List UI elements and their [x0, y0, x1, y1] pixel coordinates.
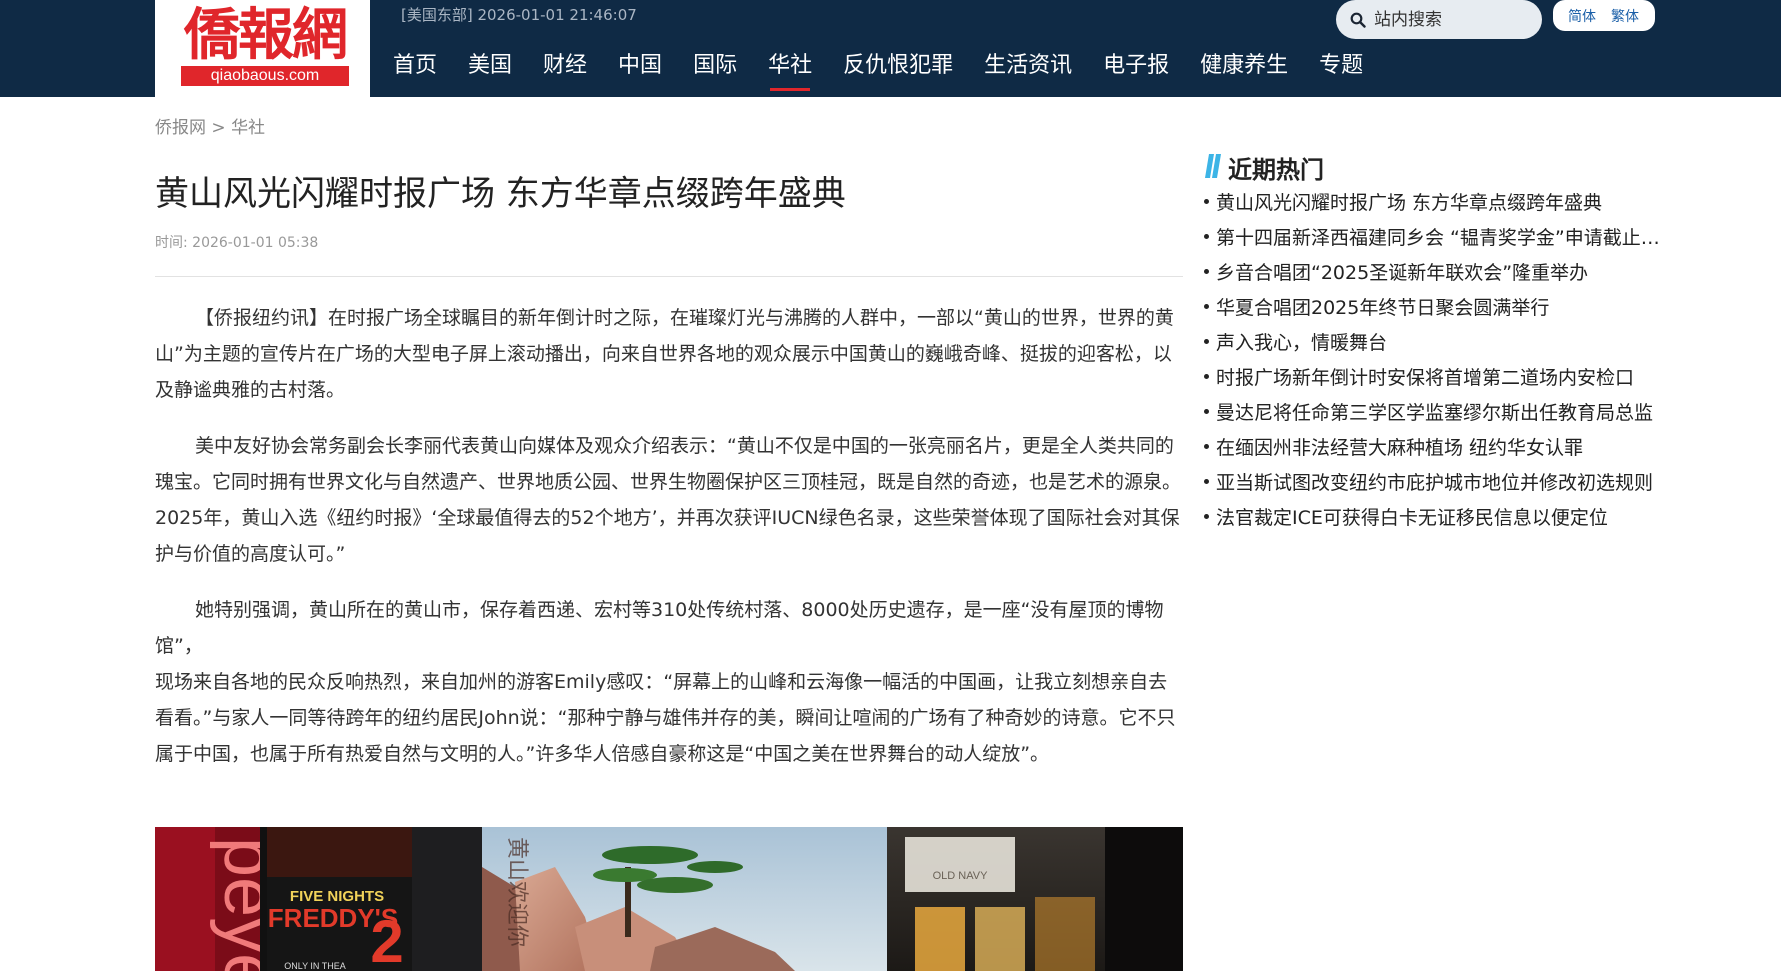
nav-item-2[interactable]: 财经	[530, 48, 600, 88]
hot-list-item[interactable]: 法官裁定ICE可获得白卡无证移民信息以便定位	[1204, 501, 1664, 536]
hot-list-item-title: 亚当斯试图改变纽约市庇护城市地位并修改初选规则	[1216, 472, 1654, 494]
photo-sign-calligraphy: 黄山欢迎你	[504, 837, 529, 947]
lang-traditional-button[interactable]: 繁体	[1611, 6, 1639, 26]
bullet-icon	[1204, 409, 1209, 414]
nav-item-7[interactable]: 生活资讯	[971, 48, 1085, 88]
hot-list-item[interactable]: 乡音合唱团“2025圣诞新年联欢会”隆重举办	[1204, 256, 1664, 291]
hot-list: 黄山风光闪耀时报广场 东方华章点缀跨年盛典第十四届新泽西福建同乡会 “韫青奖学金…	[1204, 186, 1664, 536]
breadcrumb-home-link[interactable]: 侨报网	[155, 118, 206, 138]
hot-list-item[interactable]: 声入我心，情暖舞台	[1204, 326, 1664, 361]
bullet-icon	[1204, 444, 1209, 449]
hot-list-item-title: 时报广场新年倒计时安保将首增第二道场内安检口	[1216, 367, 1635, 389]
bullet-icon	[1204, 199, 1209, 204]
hot-list-item[interactable]: 亚当斯试图改变纽约市庇护城市地位并修改初选规则	[1204, 466, 1664, 501]
hot-list-item[interactable]: 第十四届新泽西福建同乡会 “韫青奖学金”申请截止日期	[1204, 221, 1664, 256]
hot-list-item-title: 声入我心，情暖舞台	[1216, 332, 1388, 354]
search-input[interactable]	[1372, 6, 1536, 34]
site-logo[interactable]: 僑報網 qiaobaous.com	[155, 0, 370, 97]
article-title: 黄山风光闪耀时报广场 东方华章点缀跨年盛典	[155, 174, 846, 214]
breadcrumb-section-link[interactable]: 华社	[231, 118, 265, 138]
nav-item-5[interactable]: 华社	[755, 48, 825, 91]
logo-text: 僑報網	[184, 2, 348, 68]
times-square-photo: peye FIVE NIGHTS FREDDY'S 2 ONLY IN THEA…	[155, 827, 1183, 971]
article-time: 时间: 2026-01-01 05:38	[155, 235, 319, 251]
nav-item-10[interactable]: 专题	[1306, 48, 1376, 88]
nav-item-4[interactable]: 国际	[680, 48, 750, 88]
nav-item-6[interactable]: 反仇恨犯罪	[830, 48, 966, 88]
hot-heading-bars	[1205, 154, 1221, 178]
bullet-icon	[1204, 479, 1209, 484]
nav-item-1[interactable]: 美国	[455, 48, 525, 88]
photo-sign-movie-number: 2	[370, 908, 403, 971]
language-switch: 简体 繁体	[1553, 0, 1655, 31]
bullet-icon	[1204, 269, 1209, 274]
hot-list-item-title: 乡音合唱团“2025圣诞新年联欢会”隆重举办	[1216, 262, 1589, 284]
hot-list-item-title: 曼达尼将任命第三学区学监塞缪尔斯出任教育局总监	[1216, 402, 1654, 424]
breadcrumb: 侨报网 > 华社	[155, 113, 265, 138]
hot-list-item-title: 华夏合唱团2025年终节日聚会圆满举行	[1216, 297, 1550, 319]
hot-list-item[interactable]: 华夏合唱团2025年终节日聚会圆满举行	[1204, 291, 1664, 326]
search-box[interactable]	[1336, 0, 1542, 39]
hot-list-item[interactable]: 黄山风光闪耀时报广场 东方华章点缀跨年盛典	[1204, 186, 1664, 221]
article-paragraph-2: 美中友好协会常务副会长李丽代表黄山向媒体及观众介绍表示：“黄山不仅是中国的一张亮…	[155, 435, 1182, 565]
hot-list-item[interactable]: 在缅因州非法经营大麻种植场 纽约华女认罪	[1204, 431, 1664, 466]
bullet-icon	[1204, 514, 1209, 519]
article-body: 【侨报纽约讯】在时报广场全球瞩目的新年倒计时之际，在璀璨灯光与沸腾的人群中，一部…	[155, 300, 1183, 792]
bullet-icon	[1204, 234, 1209, 239]
search-icon[interactable]	[1350, 12, 1366, 28]
hot-list-item[interactable]: 曼达尼将任命第三学区学监塞缪尔斯出任教育局总监	[1204, 396, 1664, 431]
photo-sign-movie-bottom: ONLY IN THEA	[284, 961, 346, 971]
article-paragraph-3: 她特别强调，黄山所在的黄山市，保存着西递、宏村等310处传统村落、8000处历史…	[155, 599, 1164, 657]
hot-list-item-title: 法官裁定ICE可获得白卡无证移民信息以便定位	[1216, 507, 1608, 529]
logo-url: qiaobaous.com	[181, 66, 349, 86]
breadcrumb-separator: >	[211, 118, 226, 138]
main-nav: 首页 美国 财经 中国 国际 华社 反仇恨犯罪 生活资讯 电子报 健康养生 专题	[380, 48, 1381, 91]
nav-item-8[interactable]: 电子报	[1090, 48, 1182, 88]
hot-heading: 近期热门	[1228, 156, 1324, 184]
bullet-icon	[1204, 374, 1209, 379]
article-paragraph-1: 【侨报纽约讯】在时报广场全球瞩目的新年倒计时之际，在璀璨灯光与沸腾的人群中，一部…	[155, 307, 1174, 401]
nav-item-9[interactable]: 健康养生	[1187, 48, 1301, 88]
nav-item-0[interactable]: 首页	[380, 48, 450, 88]
lang-simplified-button[interactable]: 简体	[1568, 6, 1596, 26]
article-paragraph-4: 现场来自各地的民众反响热烈，来自加州的游客Emily感叹：“屏幕上的山峰和云海像…	[155, 671, 1176, 765]
nav-item-3[interactable]: 中国	[605, 48, 675, 88]
hot-list-item[interactable]: 时报广场新年倒计时安保将首增第二道场内安检口	[1204, 361, 1664, 396]
photo-sign-building: OLD NAVY	[933, 870, 988, 882]
bullet-icon	[1204, 304, 1209, 309]
hot-list-item-title: 在缅因州非法经营大麻种植场 纽约华女认罪	[1216, 437, 1584, 459]
top-header-bar: 僑報網 qiaobaous.com [美国东部] 2026-01-01 21:4…	[0, 0, 1781, 97]
title-divider	[155, 276, 1183, 277]
article-photo: peye FIVE NIGHTS FREDDY'S 2 ONLY IN THEA…	[155, 827, 1183, 971]
hot-list-item-title: 黄山风光闪耀时报广场 东方华章点缀跨年盛典	[1216, 192, 1603, 214]
bullet-icon	[1204, 339, 1209, 344]
dateline: [美国东部] 2026-01-01 21:46:07	[401, 6, 637, 24]
hot-list-item-title: 第十四届新泽西福建同乡会 “韫青奖学金”申请截止日期	[1216, 227, 1664, 249]
